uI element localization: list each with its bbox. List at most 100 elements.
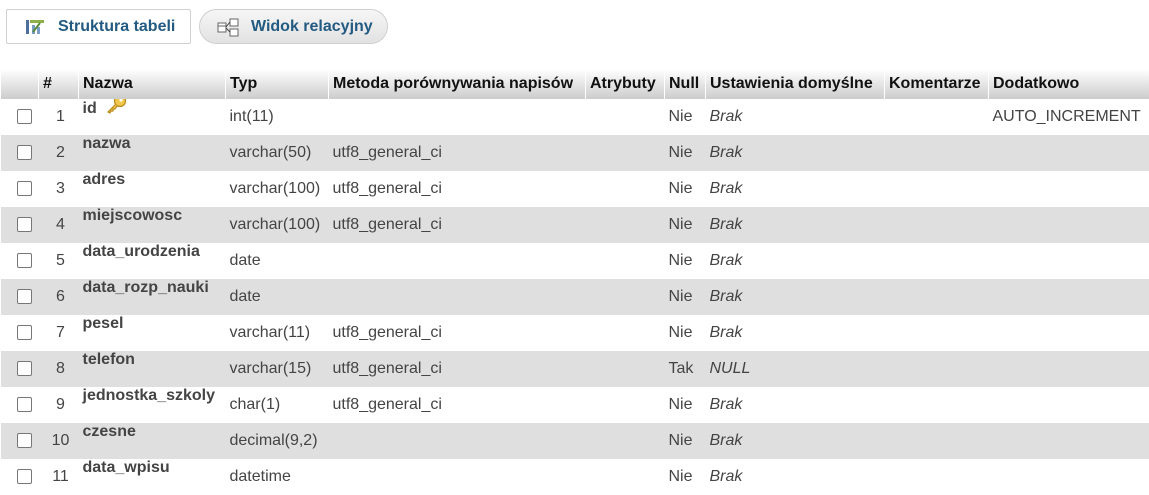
column-name[interactable]: jednostka_szkoly	[83, 387, 216, 404]
column-name[interactable]: czesne	[83, 423, 136, 440]
row-checkbox[interactable]	[16, 145, 32, 161]
row-select-cell	[0, 207, 39, 243]
column-collation: utf8_general_ci	[328, 351, 586, 387]
header-comments[interactable]: Komentarze	[884, 69, 989, 99]
column-comments	[884, 279, 989, 315]
column-attributes	[585, 99, 665, 135]
table-row: 10 czesne decimal(9,2) Nie Brak	[0, 423, 1149, 459]
table-row: 7 pesel varchar(11) utf8_general_ci Nie …	[0, 315, 1149, 351]
column-default: Brak	[705, 387, 885, 423]
row-number: 4	[38, 207, 79, 243]
table-row: 3 adres varchar(100) utf8_general_ci Nie…	[0, 171, 1149, 207]
column-type: int(11)	[225, 99, 329, 135]
column-default: Brak	[705, 207, 885, 243]
primary-key-icon	[105, 99, 127, 119]
row-number: 11	[38, 459, 79, 495]
column-name-cell: data_rozp_nauki	[78, 279, 226, 315]
table-structure-icon	[24, 17, 46, 37]
header-extra[interactable]: Dodatkowo	[988, 69, 1149, 99]
column-name-cell: data_urodzenia	[78, 243, 226, 279]
column-null: Nie	[664, 459, 706, 495]
column-name-cell: nazwa	[78, 135, 226, 171]
row-select-cell	[0, 387, 39, 423]
row-number: 8	[38, 351, 79, 387]
header-attributes[interactable]: Atrybuty	[585, 69, 665, 99]
column-collation	[328, 243, 586, 279]
column-name[interactable]: data_rozp_nauki	[83, 279, 209, 296]
row-number: 2	[38, 135, 79, 171]
header-default[interactable]: Ustawienia domyślne	[705, 69, 885, 99]
column-null: Nie	[664, 99, 706, 135]
row-checkbox[interactable]	[16, 289, 32, 305]
tab-relation-view[interactable]: Widok relacyjny	[199, 9, 388, 44]
column-collation	[328, 279, 586, 315]
column-name[interactable]: adres	[83, 171, 126, 188]
column-name[interactable]: telefon	[83, 351, 135, 368]
header-name[interactable]: Nazwa	[78, 69, 226, 99]
column-comments	[884, 423, 989, 459]
header-collation[interactable]: Metoda porównywania napisów	[328, 69, 586, 99]
column-attributes	[585, 351, 665, 387]
row-checkbox[interactable]	[16, 361, 32, 377]
row-checkbox[interactable]	[16, 181, 32, 197]
column-attributes	[585, 315, 665, 351]
row-number: 6	[38, 279, 79, 315]
row-checkbox[interactable]	[16, 217, 32, 233]
column-attributes	[585, 207, 665, 243]
column-name[interactable]: id	[83, 100, 97, 117]
column-name[interactable]: data_urodzenia	[83, 243, 200, 260]
column-default: Brak	[705, 315, 885, 351]
column-name-cell: data_wpisu	[78, 459, 226, 495]
column-type: varchar(100)	[225, 207, 329, 243]
table-row: 9 jednostka_szkoly char(1) utf8_general_…	[0, 387, 1149, 423]
row-checkbox[interactable]	[16, 433, 32, 449]
column-extra	[988, 459, 1149, 495]
column-type: varchar(15)	[225, 351, 329, 387]
column-type: date	[225, 279, 329, 315]
row-number: 1	[38, 99, 79, 135]
column-null: Nie	[664, 279, 706, 315]
column-name-cell: adres	[78, 171, 226, 207]
row-number: 10	[38, 423, 79, 459]
column-collation: utf8_general_ci	[328, 207, 586, 243]
column-type: varchar(50)	[225, 135, 329, 171]
column-default: Brak	[705, 243, 885, 279]
column-default: Brak	[705, 99, 885, 135]
column-type: datetime	[225, 459, 329, 495]
row-checkbox[interactable]	[16, 109, 32, 125]
table-row: 8 telefon varchar(15) utf8_general_ci Ta…	[0, 351, 1149, 387]
column-type: varchar(100)	[225, 171, 329, 207]
column-comments	[884, 459, 989, 495]
row-select-cell	[0, 279, 39, 315]
column-name[interactable]: data_wpisu	[83, 459, 170, 476]
row-checkbox[interactable]	[16, 397, 32, 413]
tab-table-structure[interactable]: Struktura tabeli	[6, 9, 191, 44]
column-attributes	[585, 279, 665, 315]
column-collation	[328, 459, 586, 495]
column-type: varchar(11)	[225, 315, 329, 351]
column-null: Nie	[664, 423, 706, 459]
column-collation: utf8_general_ci	[328, 315, 586, 351]
column-name-cell: jednostka_szkoly	[78, 387, 226, 423]
row-checkbox[interactable]	[16, 325, 32, 341]
column-name[interactable]: nazwa	[83, 135, 131, 152]
column-name[interactable]: pesel	[83, 315, 124, 332]
column-collation: utf8_general_ci	[328, 171, 586, 207]
column-comments	[884, 135, 989, 171]
row-checkbox[interactable]	[16, 253, 32, 269]
header-null[interactable]: Null	[664, 69, 706, 99]
column-name-cell: miejscowosc	[78, 207, 226, 243]
column-default: NULL	[705, 351, 885, 387]
tab-relation-view-label: Widok relacyjny	[251, 17, 373, 35]
row-select-cell	[0, 459, 39, 495]
column-default: Brak	[705, 135, 885, 171]
column-attributes	[585, 387, 665, 423]
column-name[interactable]: miejscowosc	[83, 207, 183, 224]
column-extra	[988, 423, 1149, 459]
header-select	[0, 69, 39, 99]
row-checkbox[interactable]	[16, 469, 32, 485]
column-type: decimal(9,2)	[225, 423, 329, 459]
table-row: 6 data_rozp_nauki date Nie Brak	[0, 279, 1149, 315]
header-type[interactable]: Typ	[225, 69, 329, 99]
header-number[interactable]: #	[38, 69, 79, 99]
